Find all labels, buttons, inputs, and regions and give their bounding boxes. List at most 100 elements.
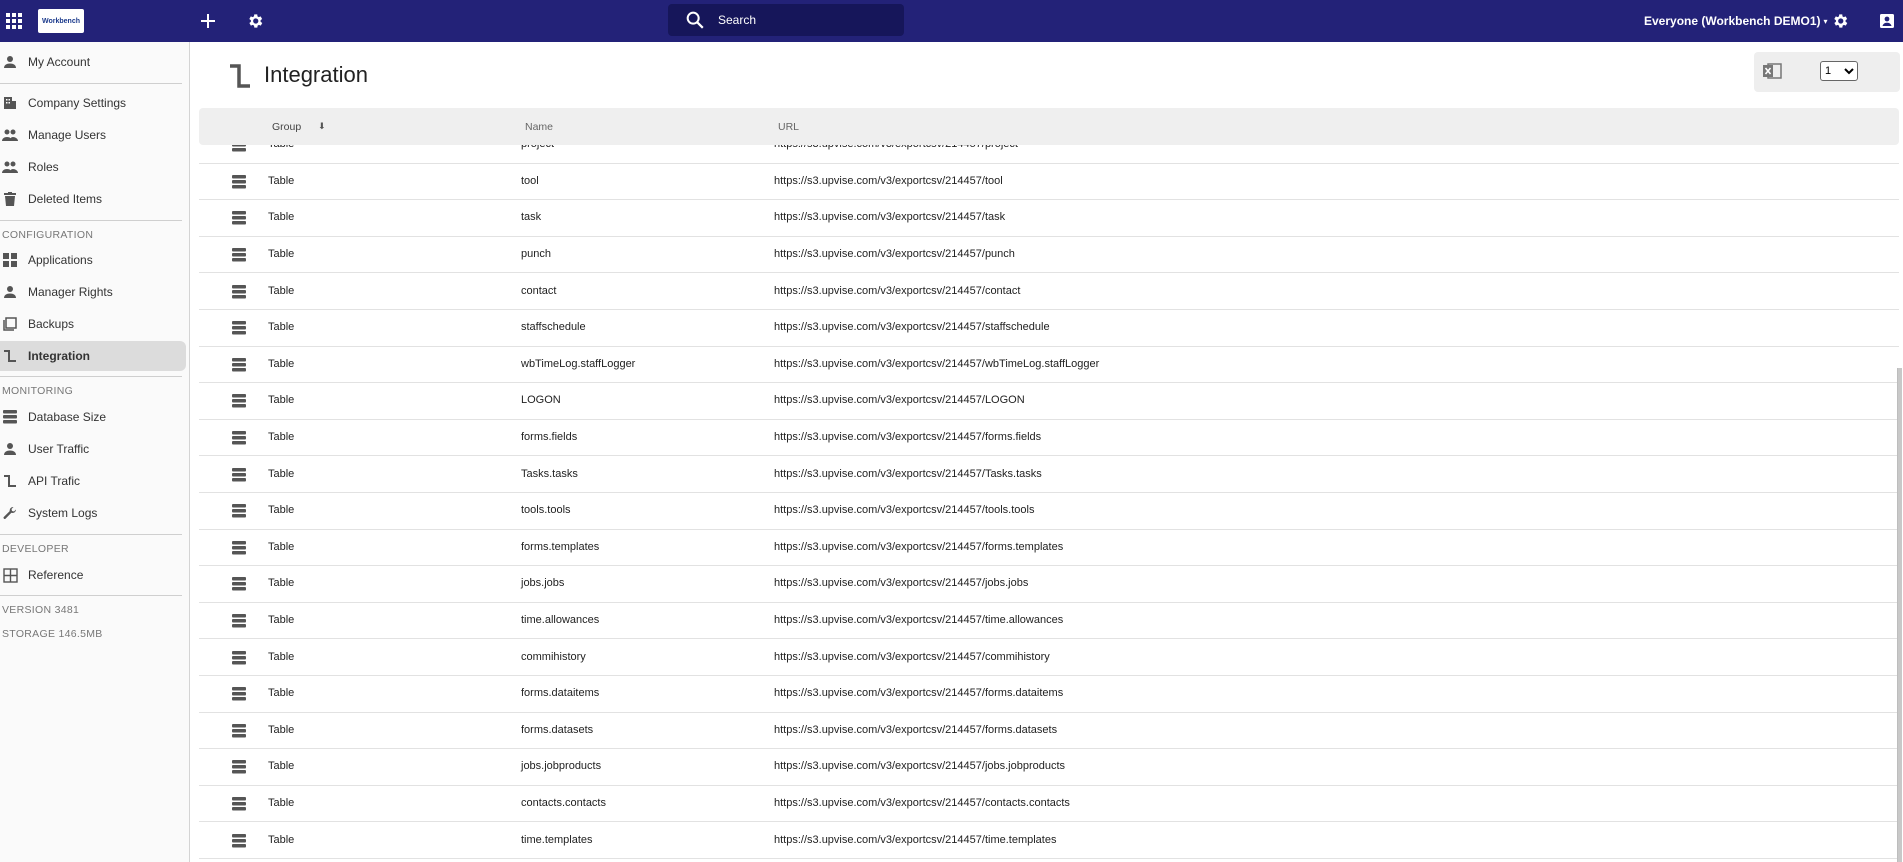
cell-group: Table [268,760,295,773]
sidebar-item-my-account[interactable]: My Account [0,47,186,77]
table-row[interactable]: Table punch https://s3.upvise.com/v3/expor… [199,237,1899,274]
table-row[interactable]: Table LOGON https://s3.upvise.com/v3/expor… [199,383,1899,420]
sidebar-item-company-settings[interactable]: Company Settings [0,88,186,118]
group-selector[interactable]: Everyone (Workbench DEMO1) ▾ [1644,0,1828,42]
cell-name: LOGON [521,394,561,407]
table-row[interactable]: Table tools.tools https://s3.upvise.com/v3… [199,493,1899,530]
cell-group: Table [268,174,295,187]
table-row[interactable]: Table time.templates https://s3.upvise.com… [199,822,1899,859]
sidebar-item-system-logs[interactable]: System Logs [0,498,186,528]
table-row[interactable]: Table task https://s3.upvise.com/v3/export… [199,200,1899,237]
cell-url[interactable]: https://s3.upvise.com/v3/exportcsv/21445… [774,651,1050,663]
trash-icon [1,190,19,208]
table-row[interactable]: Table project https://s3.upvise.com/v3/exp… [199,145,1899,164]
table-row[interactable]: Table forms.dataitems https://s3.upvise.co… [199,676,1899,713]
cell-url[interactable]: https://s3.upvise.com/v3/exportcsv/21445… [774,577,1028,589]
table-row[interactable]: Table jobs.jobproducts https://s3.upvise.c… [199,749,1899,786]
integration-icon [1,472,19,490]
sidebar-item-api-trafic[interactable]: API Trafic [0,466,186,496]
table-row[interactable]: Table staffschedule https://s3.upvise.com/… [199,310,1899,347]
cell-name: wbTimeLog.staffLogger [521,357,636,370]
sidebar-item-manager-rights[interactable]: Manager Rights [0,277,186,307]
sidebar-item-integration[interactable]: Integration [0,341,186,371]
account-icon[interactable] [1877,11,1897,31]
column-header-name[interactable]: Name [525,121,553,133]
database-icon [232,431,246,445]
sidebar-item-backups[interactable]: Backups [0,309,186,339]
cell-url[interactable]: https://s3.upvise.com/v3/exportcsv/21445… [774,175,1003,187]
database-icon [232,760,246,774]
sidebar-item-manage-users[interactable]: Manage Users [0,120,186,150]
people-icon [1,158,19,176]
cell-name: jobs.jobproducts [521,760,602,773]
cell-name: punch [521,248,551,261]
table-row[interactable]: Table wbTimeLog.staffLogger https://s3.upv… [199,347,1899,384]
add-icon[interactable] [198,11,218,31]
sidebar-item-roles[interactable]: Roles [0,152,186,182]
cell-url[interactable]: https://s3.upvise.com/v3/exportcsv/21445… [774,431,1041,443]
table-row[interactable]: Table jobs.jobs https://s3.upvise.com/v3/e… [199,566,1899,603]
table-row[interactable]: Table forms.fields https://s3.upvise.com/v… [199,420,1899,457]
sidebar-item-database-size[interactable]: Database Size [0,402,186,432]
user-settings-gear-icon[interactable] [1830,11,1850,31]
cell-url[interactable]: https://s3.upvise.com/v3/exportcsv/21445… [774,211,1005,223]
cell-name: contact [521,284,557,297]
cell-url[interactable]: https://s3.upvise.com/v3/exportcsv/21445… [774,614,1063,626]
company-logo[interactable]: Workbench [38,9,84,33]
sidebar: My Account Company Settings Manage Users… [0,42,190,862]
cell-group: Table [268,248,295,261]
table-row[interactable]: Table time.allowances https://s3.upvise.co… [199,603,1899,640]
sidebar-item-label: User Traffic [28,442,90,456]
sidebar-item-deleted-items[interactable]: Deleted Items [0,184,186,214]
sidebar-item-reference[interactable]: Reference [0,560,186,590]
grid-icon [1,251,19,269]
sidebar-item-applications[interactable]: Applications [0,245,186,275]
sidebar-item-user-traffic[interactable]: User Traffic [0,434,186,464]
sidebar-divider [0,220,182,221]
cell-url[interactable]: https://s3.upvise.com/v3/exportcsv/21445… [774,358,1099,370]
cell-url[interactable]: https://s3.upvise.com/v3/exportcsv/21445… [774,834,1056,846]
cell-url[interactable]: https://s3.upvise.com/v3/exportcsv/21445… [774,760,1065,772]
cell-url[interactable]: https://s3.upvise.com/v3/exportcsv/21445… [774,724,1057,736]
cell-name: forms.templates [521,540,600,553]
cell-url[interactable]: https://s3.upvise.com/v3/exportcsv/21445… [774,394,1025,406]
cell-url[interactable]: https://s3.upvise.com/v3/exportcsv/21445… [774,504,1034,516]
cell-url[interactable]: https://s3.upvise.com/v3/exportcsv/21445… [774,541,1063,553]
section-configuration: CONFIGURATION [2,229,94,241]
page-select[interactable]: 1 [1820,61,1858,81]
cell-name: contacts.contacts [521,797,606,810]
excel-export-icon[interactable] [1762,62,1782,80]
cell-name: forms.fields [521,431,578,444]
sidebar-item-label: System Logs [28,506,98,520]
column-header-group[interactable]: Group [272,121,301,133]
table-row[interactable]: Table Tasks.tasks https://s3.upvise.com/v3… [199,456,1899,493]
cell-url[interactable]: https://s3.upvise.com/v3/exportcsv/21445… [774,248,1015,260]
sidebar-item-label: API Trafic [28,474,81,488]
sidebar-item-label: Manager Rights [28,285,113,299]
person-icon [1,440,19,458]
person-icon [1,283,19,301]
search-bar[interactable]: Search [668,4,904,36]
page-title: Integration [264,62,368,87]
sidebar-item-label: Applications [28,253,93,267]
table-row[interactable]: Table forms.datasets https://s3.upvise.com… [199,713,1899,750]
cell-group: Table [268,431,295,444]
column-header-url[interactable]: URL [778,121,799,133]
table-row[interactable]: Table contact https://s3.upvise.com/v3/exp… [199,273,1899,310]
vertical-scrollbar[interactable] [1897,368,1902,862]
table-row[interactable]: Table forms.templates https://s3.upvise.co… [199,530,1899,567]
table-row[interactable]: Table tool https://s3.upvise.com/v3/export… [199,164,1899,201]
table-row[interactable]: Table contacts.contacts https://s3.upvise.… [199,786,1899,823]
table-row[interactable]: Table commihistory https://s3.upvise.com/v… [199,639,1899,676]
section-developer: DEVELOPER [2,543,69,555]
table-body: Table project https://s3.upvise.com/v3/exp… [199,145,1899,862]
cell-url[interactable]: https://s3.upvise.com/v3/exportcsv/21445… [774,145,1018,150]
cell-url[interactable]: https://s3.upvise.com/v3/exportcsv/21445… [774,687,1063,699]
cell-url[interactable]: https://s3.upvise.com/v3/exportcsv/21445… [774,468,1042,480]
apps-grid-icon[interactable] [4,11,24,31]
cell-url[interactable]: https://s3.upvise.com/v3/exportcsv/21445… [774,321,1050,333]
cell-url[interactable]: https://s3.upvise.com/v3/exportcsv/21445… [774,285,1020,297]
sort-arrow-icon[interactable]: ⬇ [318,121,326,132]
cell-url[interactable]: https://s3.upvise.com/v3/exportcsv/21445… [774,797,1070,809]
settings-gear-icon[interactable] [245,11,265,31]
